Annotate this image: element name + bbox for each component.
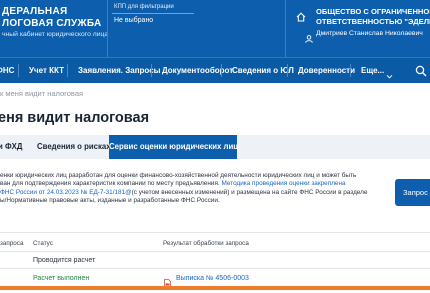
page-title: еня видит налоговая bbox=[0, 110, 150, 126]
request-button[interactable]: Запрос bbox=[395, 179, 430, 206]
status-cell: Проводится расчет bbox=[33, 257, 96, 264]
nav-item-fns[interactable]: ФНС bbox=[0, 58, 14, 83]
column-header-request: запроса bbox=[0, 240, 24, 247]
description-line-4: ы/Нормативные правовые акты, изданные и … bbox=[0, 197, 220, 205]
main-nav: ФНС Учет ККТ Заявления. Запросы Документ… bbox=[0, 57, 430, 83]
tab-fhd[interactable]: и ФХД bbox=[0, 135, 34, 159]
nav-item-applications[interactable]: Заявления. Запросы bbox=[78, 58, 160, 83]
user-icon bbox=[305, 30, 313, 43]
status-cell: Расчет выполнен bbox=[33, 275, 90, 282]
chevron-down-icon bbox=[386, 67, 393, 79]
column-header-status: Статус bbox=[33, 240, 53, 247]
pdf-document-icon bbox=[164, 275, 171, 288]
table-top-border bbox=[0, 232, 430, 233]
org-name-line2: ЛОГОВАЯ СЛУЖБА bbox=[2, 18, 102, 29]
user-name[interactable]: Дмитриев Станислав Николаевич bbox=[316, 30, 423, 37]
org-name-line1: ДЕРАЛЬНАЯ bbox=[2, 6, 68, 17]
org-subtitle: чный кабинет юридического лица bbox=[2, 31, 109, 38]
nav-item-kkt[interactable]: Учет ККТ bbox=[29, 58, 64, 83]
home-icon[interactable] bbox=[296, 9, 306, 22]
nav-item-powers[interactable]: Доверенности bbox=[298, 58, 355, 83]
tab-bar: и ФХД Сведения о рисках Сервис оценки юр… bbox=[0, 135, 430, 159]
nav-item-documents[interactable]: Документооборот bbox=[162, 58, 233, 83]
kpp-filter[interactable]: КПП для фильтрации Не выбрано bbox=[112, 4, 194, 28]
search-icon[interactable] bbox=[415, 64, 427, 77]
nav-item-company-info[interactable]: Сведения о ЮЛ bbox=[232, 58, 294, 83]
methodology-link[interactable]: Методика проведения оценки закреплена bbox=[221, 180, 345, 187]
breadcrumb[interactable]: к меня видит налоговая bbox=[0, 89, 83, 98]
description-line-1: енки юридических лиц разработан для оцен… bbox=[0, 172, 357, 179]
kpp-filter-label: КПП для фильтрации bbox=[114, 4, 174, 10]
order-link[interactable]: ФНС России от 24.03.2023 № ЕД-7-31/181@ bbox=[0, 189, 132, 196]
description-text: (с учетом внесенных изменений) и размеще… bbox=[131, 188, 368, 196]
description-line-3: ФНС России от 24.03.2023 № ЕД-7-31/181@(… bbox=[0, 189, 367, 197]
kpp-filter-underline bbox=[112, 13, 194, 14]
company-name-line1[interactable]: ОБЩЕСТВО С ОГРАНИЧЕННОЙ bbox=[316, 7, 430, 16]
table-row: Проводится расчет bbox=[0, 252, 430, 268]
nav-item-more[interactable]: Еще... bbox=[361, 58, 384, 83]
description-line-2: ван для подтверждения характеристик комп… bbox=[0, 180, 367, 188]
top-header: ДЕРАЛЬНАЯ ЛОГОВАЯ СЛУЖБА чный кабинет юр… bbox=[0, 0, 430, 57]
result-link[interactable]: Выписка № 4506-0003 bbox=[176, 275, 249, 282]
description-text: ван для подтверждения характеристик комп… bbox=[0, 180, 222, 188]
company-name-line2[interactable]: ОТВЕТСТВЕННОСТЬЮ "ЭДЕЛЬВЕЙ bbox=[316, 17, 430, 26]
kpp-filter-value: Не выбрано bbox=[114, 17, 154, 24]
service-description: енки юридических лиц разработан для оцен… bbox=[0, 172, 367, 206]
tab-risks[interactable]: Сведения о рисках bbox=[37, 135, 111, 159]
tab-assessment-service[interactable]: Сервис оценки юридических лиц bbox=[109, 135, 238, 159]
bottom-accent-bar bbox=[0, 286, 430, 290]
table-row: Расчет выполнен Выписка № 4506-0003 bbox=[0, 269, 430, 288]
column-header-result: Результат обработки запроса bbox=[163, 240, 249, 247]
